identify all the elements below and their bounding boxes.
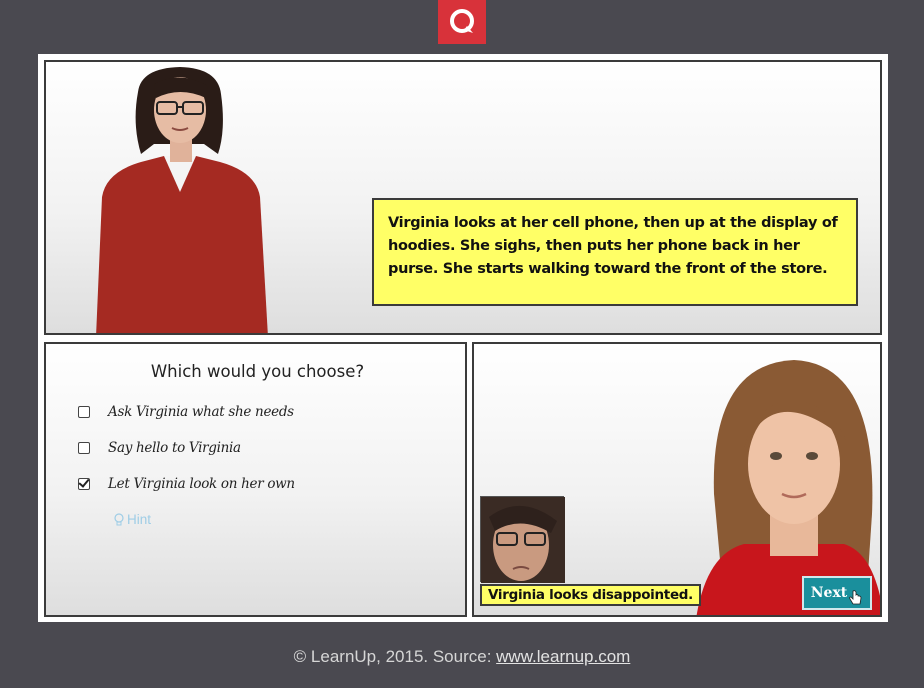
next-label: Next	[810, 585, 848, 601]
option-label: Ask Virginia what she needs	[108, 404, 294, 420]
option-label: Say hello to Virginia	[108, 440, 241, 456]
option-say-hello[interactable]: Say hello to Virginia	[78, 438, 241, 458]
hand-cursor-icon	[849, 590, 862, 605]
hint-label: Hint	[127, 512, 152, 527]
learnup-logo	[438, 0, 486, 44]
reaction-caption: Virginia looks disappointed.	[480, 584, 702, 606]
learnup-link[interactable]: www.learnup.com	[496, 647, 630, 666]
choice-panel: Which would you choose? Ask Virginia wha…	[44, 342, 467, 617]
disappointed-face	[481, 497, 565, 583]
virginia-reaction-thumbnail	[480, 496, 565, 583]
reaction-panel: Virginia looks disappointed. Next	[472, 342, 882, 617]
question-title: Which would you choose?	[150, 362, 365, 381]
checkbox[interactable]	[78, 406, 90, 418]
checkbox[interactable]	[78, 442, 90, 454]
scene-panel: Virginia looks at her cell phone, then u…	[44, 60, 882, 335]
checkbox-checked[interactable]	[78, 478, 90, 490]
option-ask-what-she-needs[interactable]: Ask Virginia what she needs	[78, 402, 294, 422]
next-button[interactable]: Next	[802, 576, 872, 610]
footer: © LearnUp, 2015. Source: www.learnup.com	[0, 647, 924, 667]
narration-callout: Virginia looks at her cell phone, then u…	[372, 198, 858, 306]
logo-icon	[450, 9, 474, 33]
lightbulb-icon	[114, 512, 124, 525]
option-let-her-look[interactable]: Let Virginia look on her own	[78, 474, 295, 494]
option-label: Let Virginia look on her own	[108, 476, 295, 492]
hint-button[interactable]: Hint	[114, 512, 151, 527]
scenario-frame: Virginia looks at her cell phone, then u…	[38, 54, 888, 622]
copyright-text: © LearnUp, 2015. Source:	[293, 647, 497, 666]
